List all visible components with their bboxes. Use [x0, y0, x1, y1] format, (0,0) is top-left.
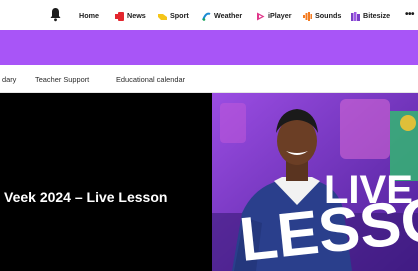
sport-icon — [158, 13, 167, 20]
nav-sport-label: Sport — [170, 11, 189, 20]
nav-weather-label: Weather — [214, 11, 243, 20]
nav-news-label: News — [127, 11, 146, 20]
nav-weather-link[interactable]: Weather — [202, 10, 242, 22]
sounds-icon — [303, 11, 312, 21]
nav-home-label: Home — [79, 11, 99, 20]
nav-bitesize-label: Bitesize — [363, 11, 391, 20]
subnav-item-educational-calendar[interactable]: Educational calendar — [116, 75, 185, 84]
bbc-global-nav: Home News Sport Weather iPlayer Sounds B… — [0, 0, 418, 30]
weather-icon — [202, 12, 211, 21]
nav-news-link[interactable]: News — [115, 10, 146, 22]
notifications-bell-icon[interactable] — [49, 7, 62, 22]
subnav-item-calendary[interactable]: dary — [2, 75, 16, 84]
bitesize-icon — [351, 11, 360, 21]
hero-image-panel: LIVE LESSO — [212, 93, 418, 271]
bitesize-header-band — [0, 30, 418, 65]
hero-banner[interactable]: Veek 2024 – Live Lesson LIVE LESSO — [0, 93, 418, 271]
nav-sport-link[interactable]: Sport — [158, 10, 189, 22]
news-icon — [115, 11, 124, 21]
nav-sounds-link[interactable]: Sounds — [303, 10, 341, 22]
more-menu-button[interactable]: ••• — [405, 9, 415, 20]
live-lesson-presenter-image: LIVE LESSO — [212, 93, 418, 271]
subnav-item-teacher-support[interactable]: Teacher Support — [35, 75, 89, 84]
nav-bitesize-link[interactable]: Bitesize — [351, 10, 390, 22]
secondary-nav: dary Teacher Support Educational calenda… — [0, 65, 418, 93]
nav-iplayer-link[interactable]: iPlayer — [256, 10, 292, 22]
iplayer-icon — [257, 12, 265, 20]
nav-iplayer-label: iPlayer — [268, 11, 292, 20]
nav-sounds-label: Sounds — [315, 11, 342, 20]
hero-title[interactable]: Veek 2024 – Live Lesson — [4, 189, 167, 205]
hero-text-panel: Veek 2024 – Live Lesson — [0, 93, 212, 271]
nav-home-link[interactable]: Home — [79, 10, 99, 22]
